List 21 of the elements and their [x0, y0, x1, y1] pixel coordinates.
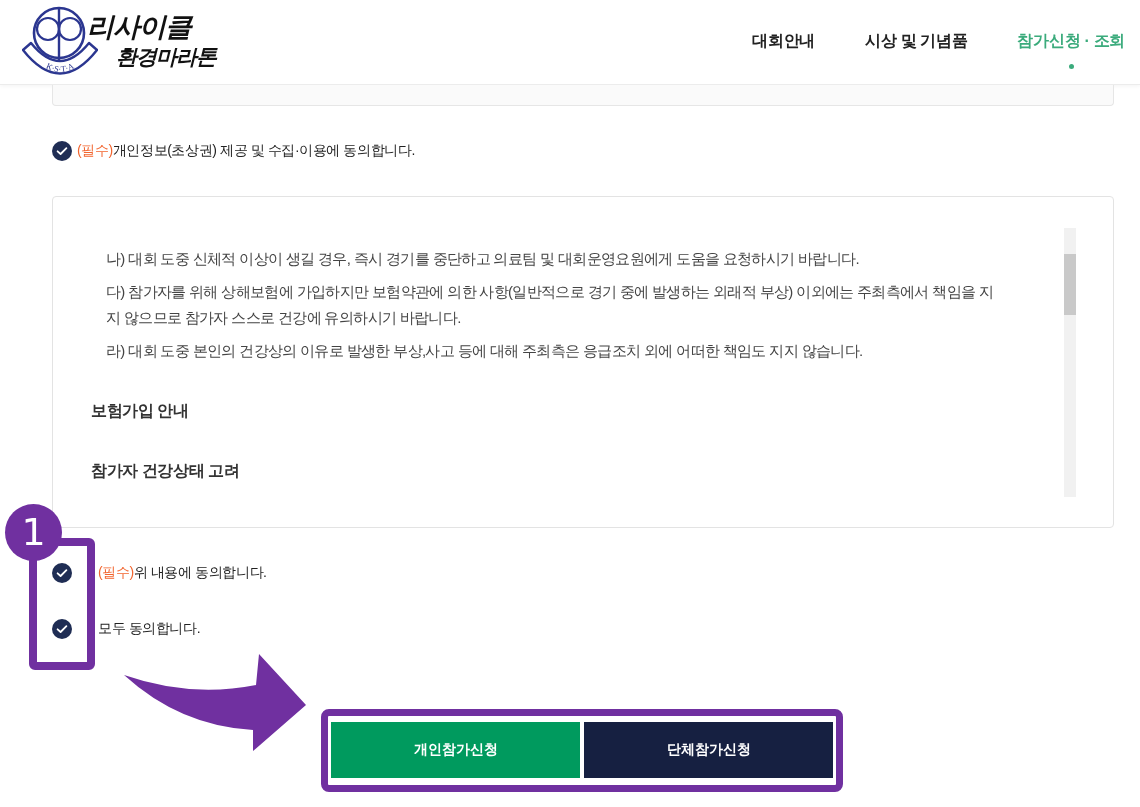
nav-link[interactable]: 시상 및 기념품 — [864, 29, 968, 69]
consent-label: (필수)위 내용에 동의합니다. — [98, 564, 267, 582]
scrollbar-thumb[interactable] — [1064, 254, 1076, 315]
terms-paragraph: 다) 참가자를 위해 상해보험에 가입하지만 보험약관에 의한 사항(일반적으로 경기 중에 발생하는 외래적 부상) 이외에는 주최측에서 책임을 지지 않으므로 참가자 스스로 건강에 유의하시기 바랍니다. — [106, 282, 995, 328]
emblem-letters: K·S·T·A — [44, 60, 76, 74]
checkbox[interactable] — [52, 619, 72, 639]
terms-heading: 보험가입 안내 — [91, 401, 190, 421]
logo-title: 리사이클 — [87, 11, 194, 44]
active-dot-icon — [1068, 64, 1074, 69]
nav-link[interactable]: 대회안내 — [752, 29, 815, 69]
terms-heading: 참가자 건강상태 고려 — [91, 461, 241, 481]
callout-number: 1 — [5, 504, 62, 561]
checkbox[interactable] — [52, 563, 72, 583]
terms-paragraph: 나) 대회 도중 신체적 이상이 생길 경우, 즉시 경기를 중단하고 의료팀 및 대회운영요원에게 도움을 요청하시기 바랍니다. — [106, 249, 860, 269]
terms-paragraph: 라) 대회 도중 본인의 건강상의 이유로 발생한 부상,사고 등에 대해 주최측은 응급조치 외에 어떠한 책임도 지지 않습니다. — [106, 341, 864, 361]
logo-subtitle: 환경마라톤 — [115, 44, 216, 70]
apply-button[interactable]: 개인참가신청 — [331, 722, 580, 778]
checkbox[interactable] — [52, 141, 72, 161]
consent-label: 모두 동의합니다. — [98, 620, 201, 638]
apply-button[interactable]: 단체참가신청 — [584, 722, 833, 778]
consent-label: (필수)개인정보(초상권) 제공 및 수집·이용에 동의합니다. — [77, 142, 415, 160]
